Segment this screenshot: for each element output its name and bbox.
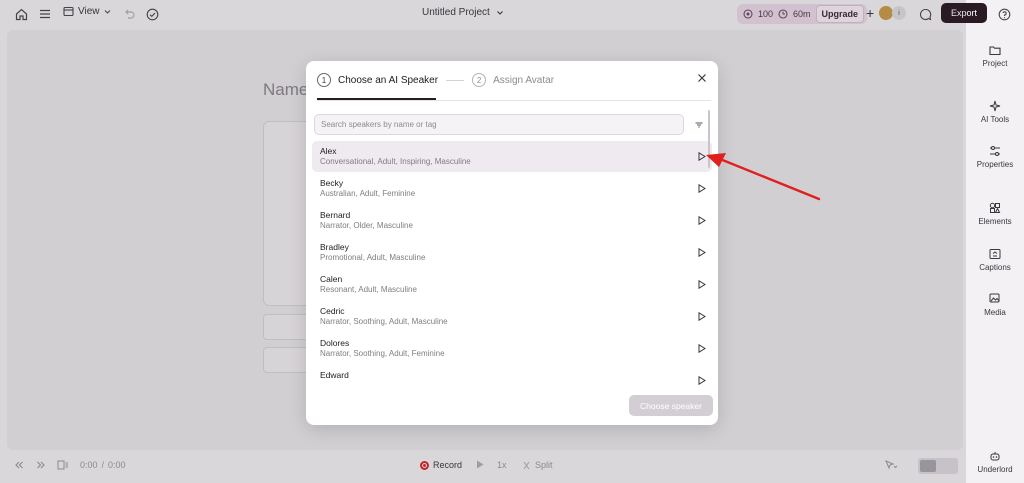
shapes-icon <box>989 202 1001 214</box>
speaker-name: Becky <box>320 178 344 188</box>
speaker-tags: Australian, Adult, Feminine <box>320 189 416 198</box>
speaker-name: Edward <box>320 370 349 380</box>
speaker-list: Alex Conversational, Adult, Inspiring, M… <box>312 141 714 389</box>
speaker-name: Bradley <box>320 242 349 252</box>
sidebar-item-label: Media <box>984 308 1006 317</box>
play-preview-icon[interactable] <box>698 184 706 193</box>
search-input[interactable] <box>314 114 684 135</box>
speaker-row-dolores[interactable]: Dolores Narrator, Soothing, Adult, Femin… <box>312 333 712 364</box>
speaker-tags: Narrator, Soothing, Adult, Masculine <box>320 317 448 326</box>
sidebar-item-underlord[interactable]: Underlord <box>966 450 1024 474</box>
step-choose-speaker[interactable]: 1 Choose an AI Speaker <box>317 73 438 87</box>
speaker-tags: Promotional, Adult, Masculine <box>320 253 426 262</box>
speaker-row-calen[interactable]: Calen Resonant, Adult, Masculine <box>312 269 712 300</box>
sidebar-item-elements[interactable]: Elements <box>966 202 1024 226</box>
step-number: 1 <box>317 73 331 87</box>
speaker-tags: Resonant, Adult, Masculine <box>320 285 417 294</box>
robot-icon <box>989 450 1001 462</box>
speaker-name: Dolores <box>320 338 350 348</box>
scrollbar[interactable] <box>708 110 710 168</box>
speaker-tags: Narrator, Soothing, Adult, Feminine <box>320 349 445 358</box>
sliders-icon <box>989 145 1001 157</box>
speaker-name: Alex <box>320 146 337 156</box>
speaker-row-alex[interactable]: Alex Conversational, Adult, Inspiring, M… <box>312 141 712 172</box>
sidebar-item-media[interactable]: Media <box>966 293 1024 317</box>
sidebar-item-label: AI Tools <box>980 115 1010 124</box>
play-preview-icon[interactable] <box>698 312 706 321</box>
right-sidebar: Project AI Tools Properties Elements Cap… <box>966 30 1024 483</box>
sidebar-item-ai-tools[interactable]: AI Tools <box>966 100 1024 124</box>
sidebar-item-properties[interactable]: Properties <box>966 145 1024 169</box>
step-label: Choose an AI Speaker <box>338 74 439 86</box>
stepper: 1 Choose an AI Speaker 2 Assign Avatar <box>317 73 554 87</box>
speaker-row-bernard[interactable]: Bernard Narrator, Older, Masculine <box>312 205 712 236</box>
step-label: Assign Avatar <box>493 74 555 86</box>
media-icon <box>989 293 1001 305</box>
sidebar-item-label: Properties <box>976 160 1014 169</box>
play-preview-icon[interactable] <box>698 344 706 353</box>
play-preview-icon[interactable] <box>698 152 706 161</box>
filter-icon[interactable] <box>694 119 704 129</box>
sidebar-item-captions[interactable]: Captions <box>966 248 1024 272</box>
step-number: 2 <box>472 73 487 87</box>
sidebar-item-label: Underlord <box>977 465 1013 474</box>
speaker-row-edward[interactable]: Edward <box>312 365 712 389</box>
play-preview-icon[interactable] <box>698 216 706 225</box>
help-icon[interactable] <box>996 6 1012 22</box>
choose-speaker-button[interactable]: Choose speaker <box>629 395 713 416</box>
sidebar-item-project[interactable]: Project <box>966 44 1024 68</box>
sidebar-item-label: Project <box>982 59 1008 68</box>
captions-icon <box>989 248 1001 260</box>
sidebar-item-label: Captions <box>979 263 1011 272</box>
close-icon[interactable] <box>695 71 709 85</box>
sparkle-icon <box>989 100 1001 112</box>
speaker-name: Cedric <box>320 306 345 316</box>
speaker-tags: Narrator, Older, Masculine <box>320 221 413 230</box>
step-assign-avatar[interactable]: 2 Assign Avatar <box>472 73 554 87</box>
play-preview-icon[interactable] <box>698 248 706 257</box>
speaker-name: Bernard <box>320 210 351 220</box>
sidebar-item-label: Elements <box>978 217 1012 226</box>
speaker-tags: Conversational, Adult, Inspiring, Mascul… <box>320 157 471 166</box>
speaker-name: Calen <box>320 274 343 284</box>
play-preview-icon[interactable] <box>698 280 706 289</box>
folder-icon <box>989 44 1001 56</box>
speaker-row-becky[interactable]: Becky Australian, Adult, Feminine <box>312 173 712 204</box>
speaker-row-bradley[interactable]: Bradley Promotional, Adult, Masculine <box>312 237 712 268</box>
divider <box>317 100 711 101</box>
speaker-row-cedric[interactable]: Cedric Narrator, Soothing, Adult, Mascul… <box>312 301 712 332</box>
step-divider <box>446 79 465 81</box>
choose-speaker-dialog: 1 Choose an AI Speaker 2 Assign Avatar A… <box>306 61 718 425</box>
play-preview-icon[interactable] <box>698 376 706 385</box>
